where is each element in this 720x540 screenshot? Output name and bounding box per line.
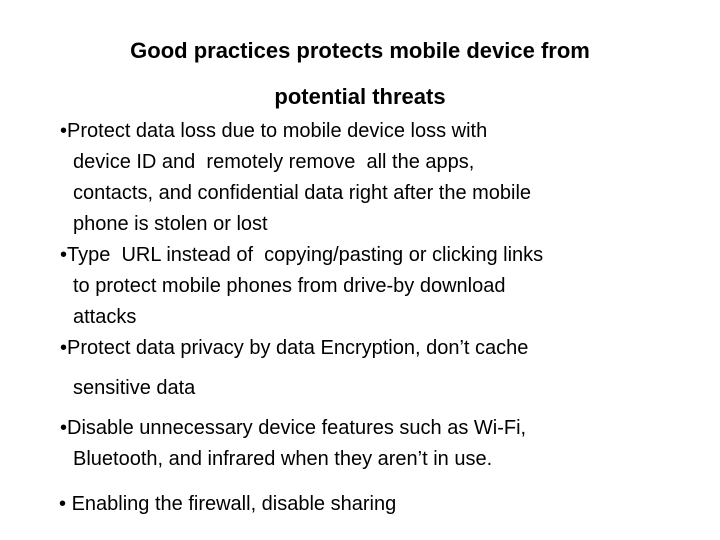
bullet-line: • Enabling the firewall, disable sharing bbox=[0, 489, 720, 520]
bullet-point-icon: • bbox=[59, 493, 67, 515]
bullet-line: attacks bbox=[73, 306, 137, 328]
bullet-point-icon: • bbox=[60, 417, 68, 439]
bullet-line: device ID and remotely remove all the ap… bbox=[73, 151, 475, 173]
bullet-line: •Protect data privacy by data Encryption… bbox=[0, 333, 720, 364]
bullet-text: Disable unnecessary device features such… bbox=[67, 417, 527, 439]
bullet-text: Protect data loss due to mobile device l… bbox=[67, 120, 488, 142]
bullet-item-data-loss: •Protect data loss due to mobile device … bbox=[0, 116, 720, 240]
bullet-item-type-url: •Type URL instead of copying/pasting or … bbox=[0, 240, 720, 333]
bullet-line: sensitive data bbox=[73, 377, 196, 399]
bullet-point-icon: • bbox=[60, 337, 68, 359]
bullet-text: Protect data privacy by data Encryption,… bbox=[67, 337, 529, 359]
bullet-line: •Protect data loss due to mobile device … bbox=[0, 116, 720, 147]
bullet-line: contacts, and confidential data right af… bbox=[73, 182, 532, 204]
bullet-text: Type URL instead of copying/pasting or c… bbox=[67, 244, 544, 266]
slide-canvas: Good practices protects mobile device fr… bbox=[0, 0, 720, 540]
bullet-item-disable-features: •Disable unnecessary device features suc… bbox=[0, 413, 720, 475]
bullet-line: to protect mobile phones from drive-by d… bbox=[73, 275, 506, 297]
bullet-point-icon: • bbox=[60, 244, 68, 266]
bullet-line: •Disable unnecessary device features suc… bbox=[0, 413, 720, 444]
slide-title-line-2: potential threats bbox=[274, 84, 446, 109]
bullet-item-firewall: • Enabling the firewall, disable sharing bbox=[0, 489, 720, 520]
slide-title: Good practices protects mobile device fr… bbox=[0, 28, 720, 120]
bullet-line: •Type URL instead of copying/pasting or … bbox=[0, 240, 720, 271]
bullet-line: phone is stolen or lost bbox=[73, 213, 268, 235]
bullet-line: Bluetooth, and infrared when they aren’t… bbox=[73, 448, 493, 470]
slide-body: •Protect data loss due to mobile device … bbox=[0, 116, 720, 520]
slide-title-line-1: Good practices protects mobile device fr… bbox=[130, 38, 590, 63]
bullet-text: Enabling the firewall, disable sharing bbox=[66, 493, 397, 515]
bullet-point-icon: • bbox=[60, 120, 68, 142]
bullet-item-encryption: •Protect data privacy by data Encryption… bbox=[0, 333, 720, 404]
